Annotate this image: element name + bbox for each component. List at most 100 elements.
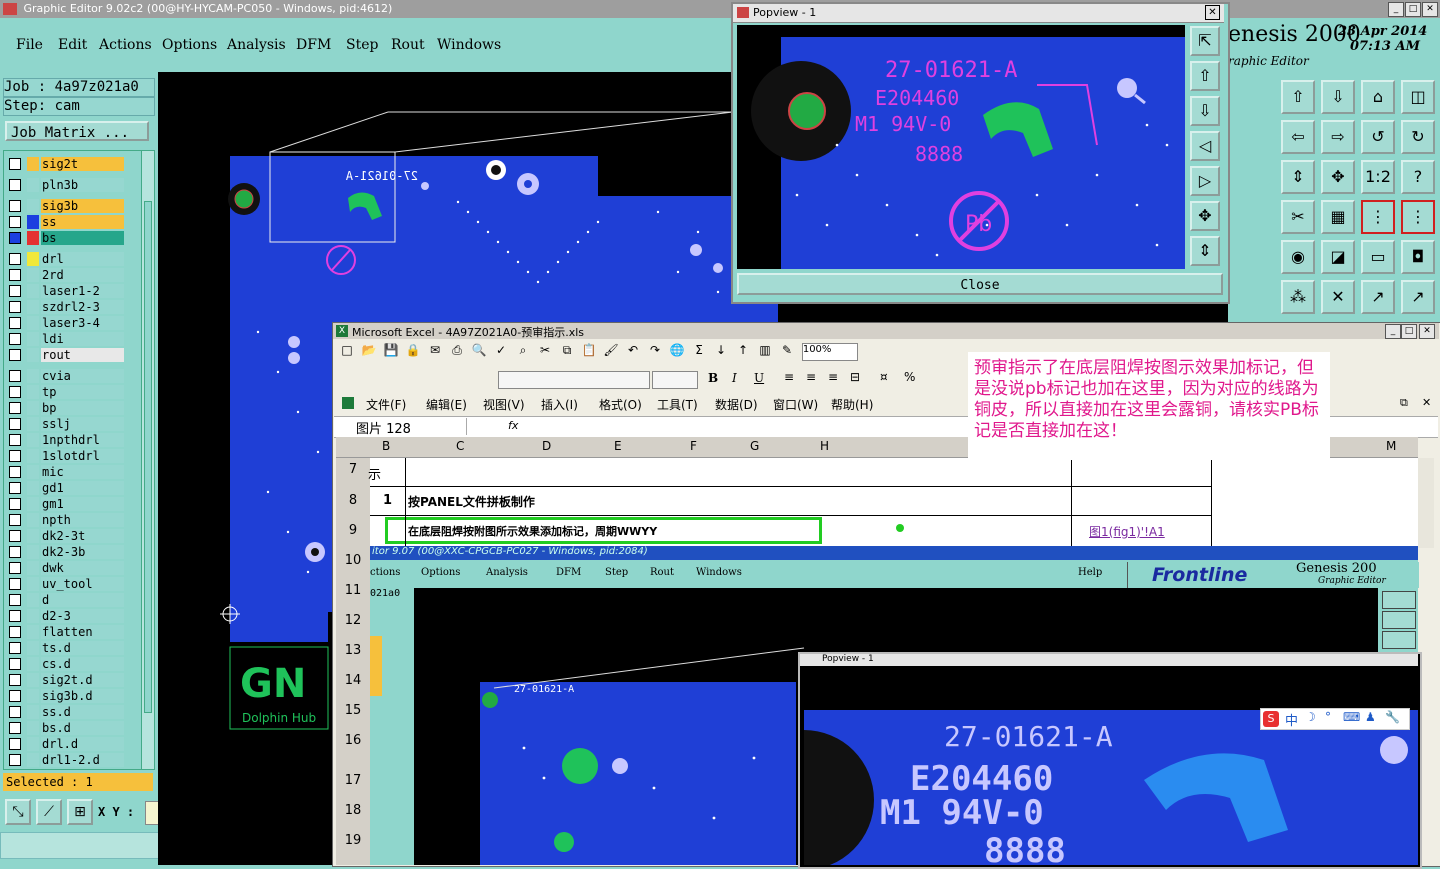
popview-tool-5-icon[interactable]: ✥	[1190, 201, 1220, 231]
redo-icon[interactable]: ↷	[647, 342, 663, 358]
layer-row[interactable]: ss.d	[7, 705, 124, 719]
minimize-button[interactable]: _	[1388, 2, 1404, 17]
layer-row[interactable]: dwk	[7, 561, 124, 575]
chart-icon[interactable]: ▥	[757, 342, 773, 358]
layer-checkbox[interactable]	[9, 450, 21, 462]
layer-checkbox[interactable]	[9, 402, 21, 414]
popview-tool-6-icon[interactable]: ⇕	[1190, 236, 1220, 266]
new-icon[interactable]: □	[339, 342, 355, 358]
layer-row[interactable]: gd1	[7, 481, 124, 495]
cell-r9-c[interactable]: 在底层阻焊按附图所示效果添加标记，周期WWYY	[408, 523, 657, 539]
layer-row[interactable]: flatten	[7, 625, 124, 639]
layer-checkbox[interactable]	[9, 498, 21, 510]
row-header[interactable]: 8	[336, 493, 370, 523]
row-header[interactable]: 19	[336, 833, 370, 863]
ime-toolbar[interactable]: S 中 ☽ ° ⌨ ♟ 🔧	[1260, 708, 1410, 730]
xl-menu-view[interactable]: 视图(V)	[483, 396, 525, 413]
layer-checkbox[interactable]	[9, 301, 21, 313]
menu-step[interactable]: Step	[346, 37, 378, 53]
layer-row[interactable]: gm1	[7, 497, 124, 511]
layer-checkbox[interactable]	[9, 317, 21, 329]
email-icon[interactable]: ✉	[427, 342, 443, 358]
row-header[interactable]: 11	[336, 583, 370, 613]
popview-tool-3-icon[interactable]: ◁	[1190, 131, 1220, 161]
undo-icon[interactable]: ↶	[625, 342, 641, 358]
sort-asc-icon[interactable]: ↓	[713, 342, 729, 358]
layer-row[interactable]: uv_tool	[7, 577, 124, 591]
layer-row[interactable]: ldi	[7, 332, 124, 346]
layer-row[interactable]: drl	[7, 252, 124, 266]
cell-r8-b[interactable]: 1	[383, 493, 392, 508]
layer-row[interactable]: ss	[7, 215, 124, 229]
xl-menu-tools[interactable]: 工具(T)	[657, 396, 698, 413]
center-icon[interactable]: ✥	[1321, 160, 1355, 194]
xl-menu-format[interactable]: 格式(O)	[599, 396, 642, 413]
drawing-icon[interactable]: ✎	[779, 342, 795, 358]
pan-left-icon[interactable]: ⇦	[1281, 120, 1315, 154]
popview-tool-1-icon[interactable]: ⇧	[1190, 61, 1220, 91]
row-header[interactable]: 16	[336, 733, 370, 763]
layer-checkbox[interactable]	[9, 482, 21, 494]
copy-icon[interactable]: ⧉	[559, 342, 575, 358]
format-painter-icon[interactable]: 🖌	[603, 342, 619, 358]
layer-checkbox[interactable]	[9, 594, 21, 606]
layer-row[interactable]: laser3-4	[7, 316, 124, 330]
align-right-icon[interactable]: ≡	[828, 370, 838, 384]
layer-checkbox[interactable]	[9, 642, 21, 654]
layer-checkbox[interactable]	[9, 514, 21, 526]
doc-restore-icon[interactable]: ⧉	[1400, 396, 1408, 410]
layer-row[interactable]: d	[7, 593, 124, 607]
grid-icon[interactable]: ▦	[1321, 200, 1355, 234]
italic-button[interactable]: I	[732, 371, 737, 385]
excel-minimize-button[interactable]: _	[1385, 324, 1401, 339]
layer-scrollbar[interactable]	[141, 150, 155, 770]
excel-close-button[interactable]: ✕	[1419, 324, 1435, 339]
spelling-icon[interactable]: ✓	[493, 342, 509, 358]
layer-checkbox[interactable]	[9, 626, 21, 638]
split-icon[interactable]: ◫	[1401, 80, 1435, 114]
row-header[interactable]: 9	[336, 523, 370, 553]
punct-icon[interactable]: °	[1325, 710, 1331, 724]
close-button[interactable]: ✕	[1422, 2, 1438, 17]
layer-row[interactable]: dk2-3t	[7, 529, 124, 543]
row-header[interactable]: 12	[336, 613, 370, 643]
angle-icon[interactable]: ◪	[1321, 240, 1355, 274]
xl-menu-help[interactable]: 帮助(H)	[831, 396, 873, 413]
layer-checkbox[interactable]	[9, 690, 21, 702]
layer-row[interactable]: mic	[7, 465, 124, 479]
layer-row[interactable]: szdrl2-3	[7, 300, 124, 314]
menu-windows[interactable]: Windows	[437, 37, 501, 53]
layer-checkbox[interactable]	[9, 253, 21, 265]
layer-checkbox[interactable]	[9, 200, 21, 212]
ime-mode[interactable]: 中	[1285, 710, 1298, 729]
layer-checkbox[interactable]	[9, 232, 21, 244]
excel-maximize-button[interactable]: □	[1401, 324, 1417, 339]
xl-menu-file[interactable]: 文件(F)	[366, 396, 406, 413]
col-h[interactable]: H	[820, 439, 829, 453]
layer-row[interactable]: sig3b	[7, 199, 124, 213]
underline-button[interactable]: U	[754, 371, 764, 385]
layer-row[interactable]: sig2t	[7, 157, 124, 171]
layer-row[interactable]: npth	[7, 513, 124, 527]
layer-checkbox[interactable]	[9, 738, 21, 750]
menu-rout[interactable]: Rout	[391, 37, 425, 53]
row-header[interactable]: 10	[336, 553, 370, 583]
maximize-button[interactable]: □	[1405, 2, 1421, 17]
sort-desc-icon[interactable]: ↑	[735, 342, 751, 358]
percent-icon[interactable]: %	[904, 370, 915, 384]
layer-checkbox[interactable]	[9, 754, 21, 766]
layer-row[interactable]: cs.d	[7, 657, 124, 671]
layer-checkbox[interactable]	[9, 179, 21, 191]
col-f[interactable]: F	[690, 439, 697, 453]
menu-file[interactable]: File	[16, 37, 43, 53]
row-header[interactable]: 13	[336, 643, 370, 673]
layer-row[interactable]: rout	[7, 348, 124, 362]
layer-row[interactable]: drl.d	[7, 737, 124, 751]
layer-checkbox[interactable]	[9, 285, 21, 297]
layer-row[interactable]: laser1-2	[7, 284, 124, 298]
ratio-icon[interactable]: 1:2	[1361, 160, 1395, 194]
print-icon[interactable]: ⎙	[449, 342, 465, 358]
layer-row[interactable]: 2rd	[7, 268, 124, 282]
open-icon[interactable]: 📂	[361, 342, 377, 358]
merge-icon[interactable]: ⊟	[850, 370, 860, 384]
